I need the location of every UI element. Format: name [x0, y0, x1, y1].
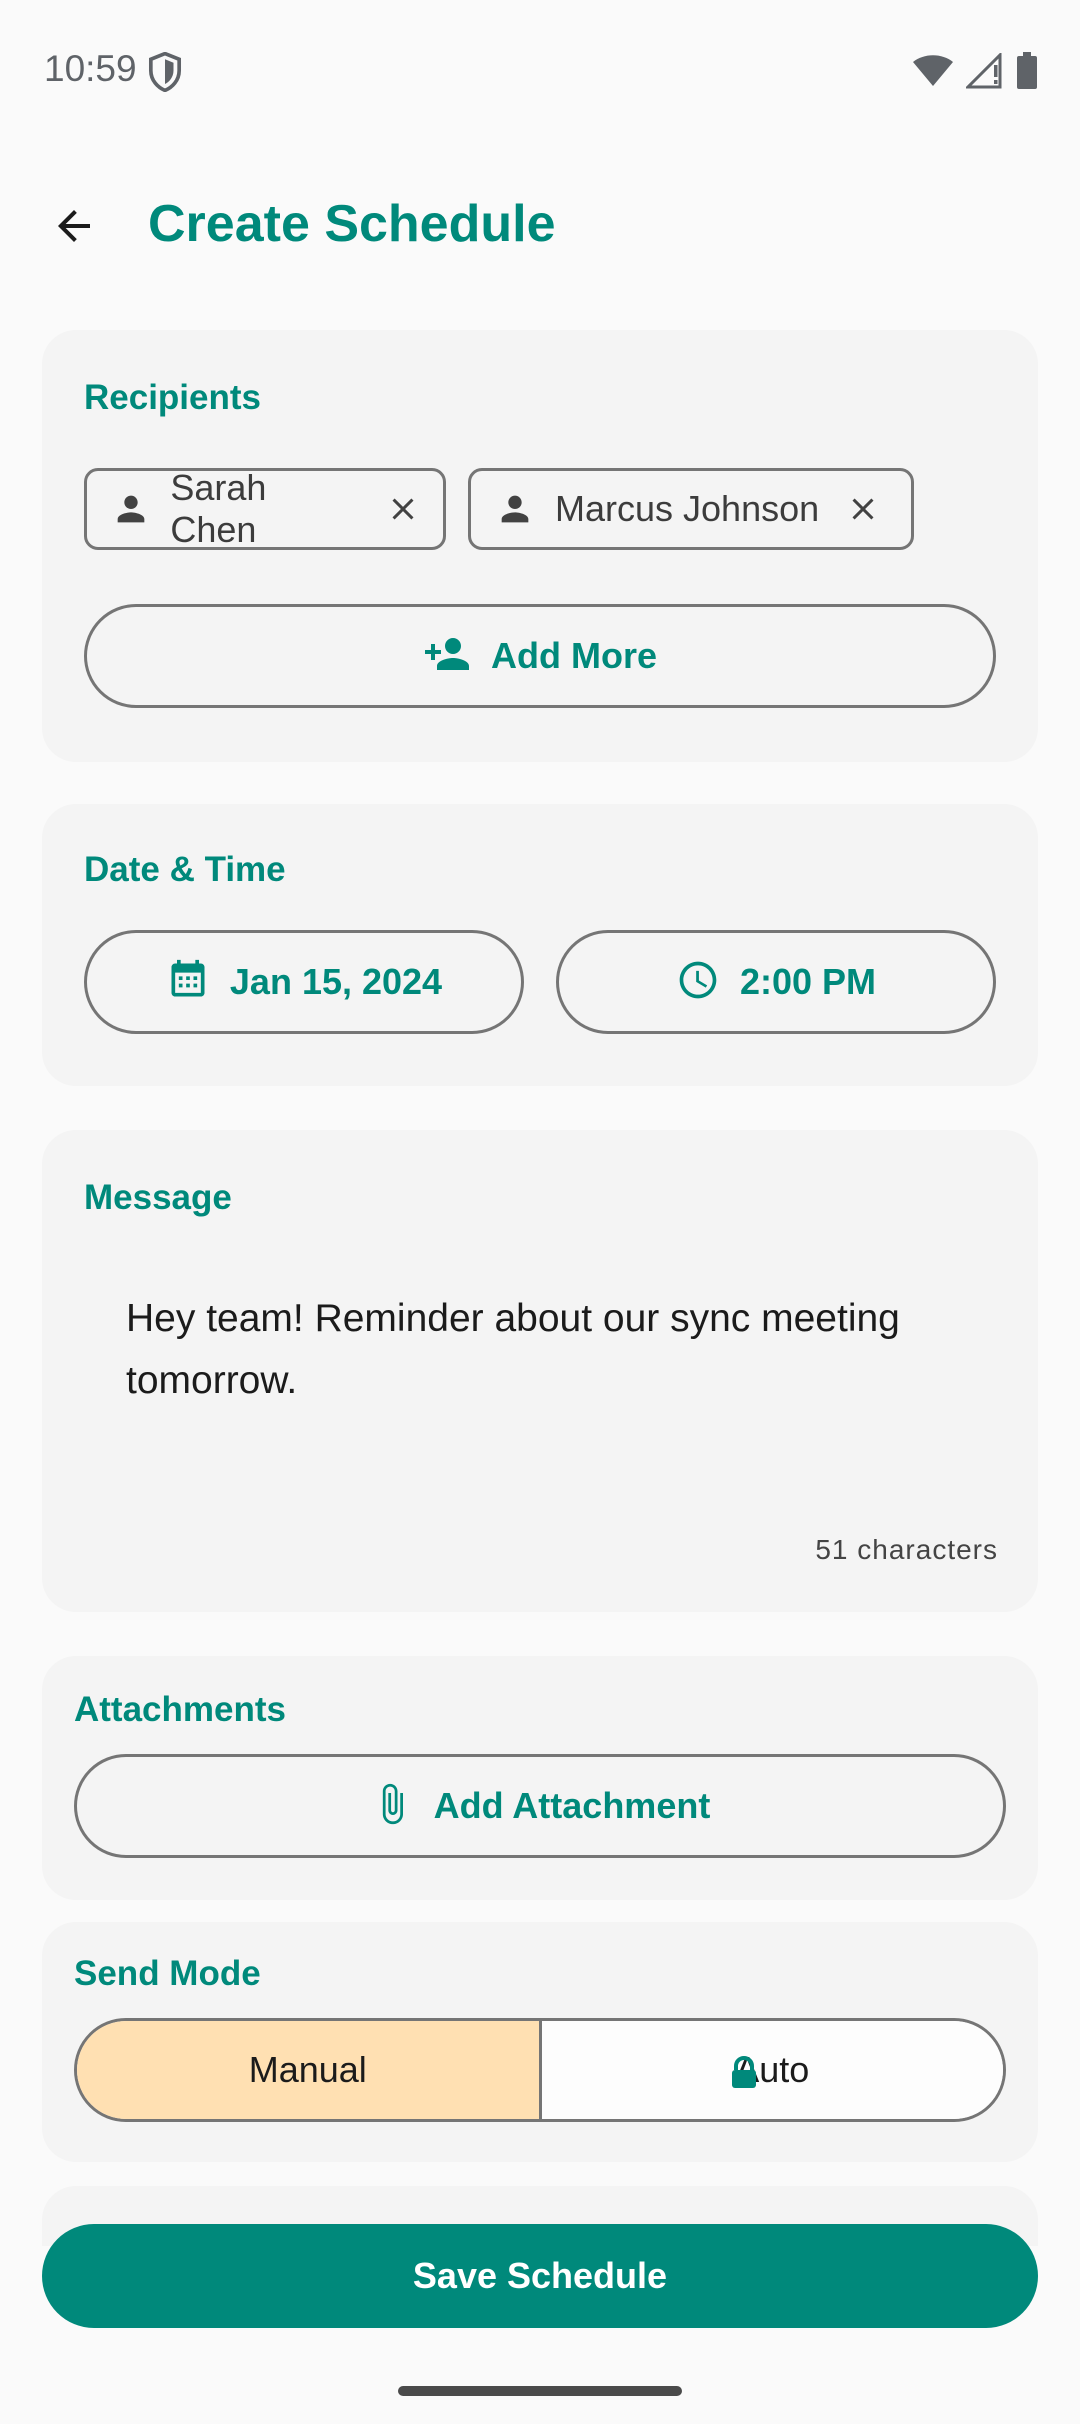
message-section-title: Message	[84, 1178, 232, 1217]
datetime-card: Date & Time Jan 15, 2024 2:00 PM	[42, 804, 1038, 1086]
lock-icon	[730, 2055, 758, 2097]
shield-icon	[148, 51, 182, 97]
send-mode-section-title: Send Mode	[74, 1954, 261, 1993]
message-text-line: tomorrow.	[126, 1359, 298, 1402]
send-mode-auto[interactable]: Auto	[541, 2021, 1003, 2119]
message-card[interactable]: Message Hey team! Reminder about our syn…	[42, 1130, 1038, 1612]
time-label: 2:00 PM	[739, 961, 877, 1002]
date-picker-button[interactable]: Jan 15, 2024	[84, 930, 524, 1034]
signal-icon	[964, 51, 1004, 94]
attachments-section-title: Attachments	[74, 1690, 286, 1729]
app-bar: Create Schedule	[0, 170, 1080, 280]
battery-icon	[1016, 52, 1038, 95]
close-icon[interactable]	[382, 487, 425, 531]
back-button[interactable]	[38, 192, 110, 264]
status-bar: 10:59	[0, 0, 1080, 140]
save-schedule-button[interactable]: Save Schedule	[42, 2224, 1038, 2328]
person-add-icon	[423, 630, 471, 683]
page-title: Create Schedule	[148, 195, 556, 253]
send-mode-toggle: Manual Auto	[74, 2018, 1006, 2122]
status-time: 10:59	[44, 48, 137, 89]
add-more-label: Add More	[491, 635, 657, 676]
add-more-recipients-button[interactable]: Add More	[84, 604, 996, 708]
save-schedule-label: Save Schedule	[412, 2255, 668, 2296]
attachments-card: Attachments Add Attachment	[42, 1656, 1038, 1900]
message-text-line: Hey team! Reminder about our sync meetin…	[126, 1297, 900, 1340]
paperclip-icon	[370, 1782, 414, 1831]
clock-icon	[676, 958, 720, 1007]
add-attachment-label: Add Attachment	[433, 1785, 711, 1826]
recipients-card: Recipients Sarah Chen Marcus Johnson Add…	[42, 330, 1038, 762]
person-icon	[493, 487, 537, 531]
time-picker-button[interactable]: 2:00 PM	[556, 930, 996, 1034]
calendar-icon	[166, 958, 210, 1007]
recipient-chip-sarah-chen[interactable]: Sarah Chen	[84, 467, 446, 550]
add-attachment-button[interactable]: Add Attachment	[74, 1754, 1006, 1858]
chip-label: Sarah Chen	[170, 467, 267, 550]
segment-label: Manual	[248, 2049, 367, 2090]
date-label: Jan 15, 2024	[229, 961, 443, 1002]
home-indicator[interactable]	[398, 2386, 682, 2396]
recipients-section-title: Recipients	[84, 378, 261, 417]
recipient-chip-marcus-johnson[interactable]: Marcus Johnson	[468, 468, 914, 550]
datetime-section-title: Date & Time	[84, 850, 286, 889]
close-icon[interactable]	[841, 487, 885, 531]
character-count: 51 characters	[815, 1534, 998, 1565]
send-mode-manual[interactable]: Manual	[77, 2021, 542, 2119]
message-input[interactable]: Hey team! Reminder about our sync meetin…	[126, 1288, 986, 1412]
arrow-back-icon	[50, 202, 98, 255]
chip-label: Marcus Johnson	[555, 488, 820, 529]
person-icon	[109, 487, 152, 531]
wifi-icon	[912, 54, 954, 93]
